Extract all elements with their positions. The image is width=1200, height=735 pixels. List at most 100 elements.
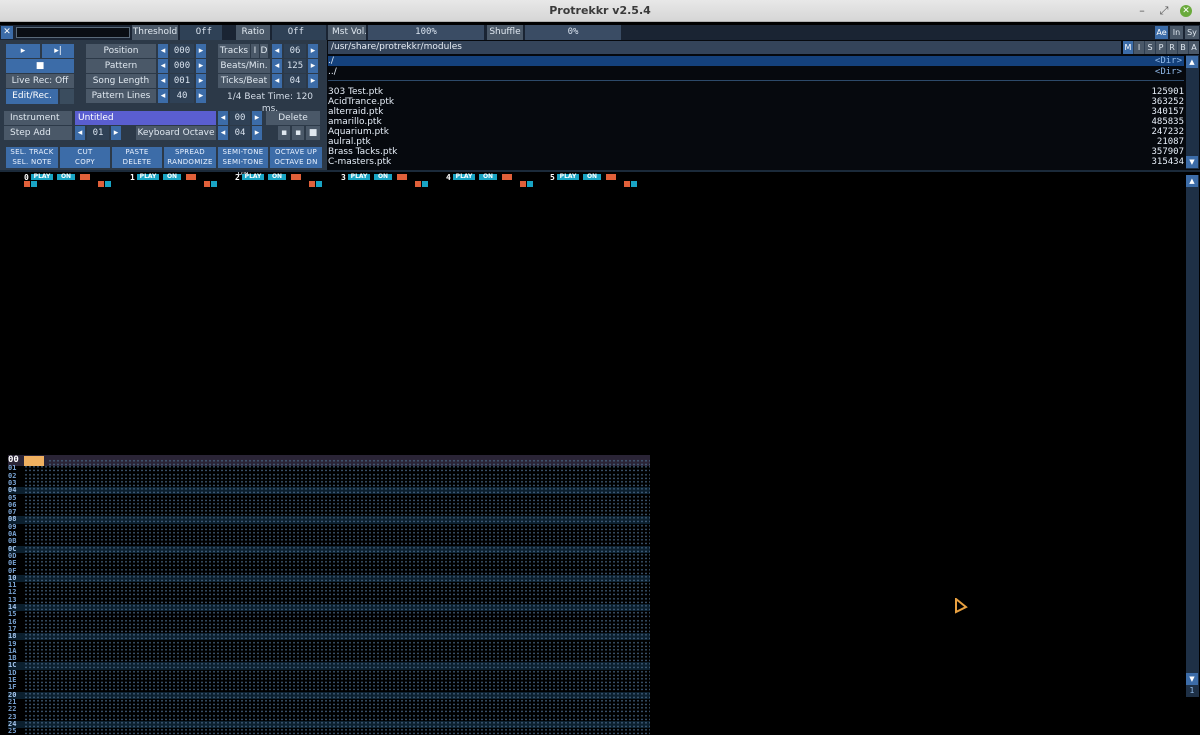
row-cells[interactable] — [24, 611, 650, 619]
bpm-dec[interactable]: ◂ — [272, 59, 282, 73]
pattern-row[interactable]: 01 — [8, 465, 650, 473]
live-rec-toggle[interactable]: Live Rec: Off — [6, 74, 74, 88]
track-arrow-icon[interactable] — [422, 181, 428, 187]
pattern-row[interactable]: 1E — [8, 677, 650, 684]
pattern-row[interactable]: 0A — [8, 531, 650, 538]
row-cells[interactable] — [24, 713, 650, 721]
file-row[interactable]: aulral.ptk 21087 — [328, 137, 1184, 147]
tab-sy[interactable]: Sy — [1185, 26, 1199, 39]
tab-i[interactable]: I — [1134, 41, 1144, 54]
row-cells[interactable] — [24, 655, 650, 663]
row-cells[interactable] — [24, 604, 650, 611]
row-cells[interactable] — [24, 625, 650, 633]
row-cells[interactable] — [24, 618, 650, 626]
copy-button[interactable]: COPY — [60, 157, 110, 168]
track-mute-icon[interactable] — [502, 174, 512, 180]
position-dec[interactable]: ◂ — [158, 44, 168, 58]
row-cells[interactable] — [24, 698, 650, 706]
tab-b[interactable]: B — [1178, 41, 1188, 54]
threshold-value[interactable]: Off — [180, 25, 222, 40]
tracks-i[interactable]: I — [251, 44, 259, 58]
pattern-row[interactable]: 0F — [8, 567, 650, 575]
position-inc[interactable]: ▸ — [196, 44, 206, 58]
track-mute-icon[interactable] — [186, 174, 196, 180]
instrument-dec[interactable]: ◂ — [218, 111, 228, 125]
scroll-up-icon[interactable]: ▲ — [1186, 56, 1198, 68]
tab-p[interactable]: P — [1156, 41, 1166, 54]
track-play-toggle[interactable]: PLAY — [348, 174, 370, 180]
file-row[interactable]: Aquarium.ptk 247232 — [328, 127, 1184, 137]
row-cells[interactable] — [24, 640, 650, 648]
pattern-row[interactable]: 0B — [8, 538, 650, 546]
row-cells[interactable] — [24, 589, 650, 597]
track-arrow-icon[interactable] — [631, 181, 637, 187]
row-cells[interactable] — [24, 691, 650, 699]
row-cells[interactable] — [24, 501, 650, 509]
row-cells[interactable] — [24, 662, 650, 670]
record-mode-3[interactable]: ■ — [306, 126, 320, 140]
pattern-row[interactable]: 06 — [8, 501, 650, 509]
track-mute-icon[interactable] — [291, 174, 301, 180]
track-fx-icon[interactable] — [204, 181, 210, 187]
track-fx-icon[interactable] — [98, 181, 104, 187]
delete-instrument-button[interactable]: Delete — [266, 111, 320, 125]
pattern-row[interactable]: 08 — [8, 516, 650, 524]
row-cells[interactable] — [24, 706, 650, 714]
pattern-editor[interactable]: 00 01 02 03 04 05 06 07 08 09 0A 0B 0C 0D 0E 0F 10 11 12 13… — [8, 455, 650, 735]
track-play-toggle[interactable]: PLAY — [242, 174, 264, 180]
row-cells[interactable] — [24, 479, 650, 487]
pattern-row[interactable]: 24 — [8, 720, 650, 729]
track-fx-icon[interactable] — [520, 181, 526, 187]
row-cells[interactable] — [24, 633, 650, 641]
pattern-row[interactable]: 0E — [8, 560, 650, 568]
tpb-inc[interactable]: ▸ — [308, 74, 318, 88]
pattern-row[interactable]: 1D — [8, 669, 650, 677]
pattern-row[interactable]: 1B — [8, 655, 650, 663]
file-row[interactable]: AcidTrance.ptk 363252 — [328, 97, 1184, 107]
record-mode-1[interactable]: ▪ — [278, 126, 290, 140]
row-cells[interactable] — [24, 523, 650, 531]
track-play-toggle[interactable]: PLAY — [453, 174, 475, 180]
track-on-toggle[interactable]: ON — [374, 174, 392, 180]
pattern-row[interactable]: 18 — [8, 633, 650, 641]
tpb-dec[interactable]: ◂ — [272, 74, 282, 88]
step-add-inc[interactable]: ▸ — [111, 126, 121, 140]
instrument-inc[interactable]: ▸ — [252, 111, 262, 125]
track-fx-icon[interactable] — [624, 181, 630, 187]
delete-button[interactable]: DELETE — [112, 157, 162, 168]
master-volume-slider[interactable]: 100% — [368, 25, 484, 40]
pattern-row[interactable]: 09 — [8, 523, 650, 531]
pattern-lines-dec[interactable]: ◂ — [158, 89, 168, 103]
scroll-up-icon[interactable]: ▲ — [1186, 175, 1198, 187]
row-cells[interactable] — [24, 545, 650, 553]
track-fx-icon[interactable] — [24, 181, 30, 187]
tab-in[interactable]: In — [1170, 26, 1183, 39]
pattern-scrollbar[interactable]: ▲ ▼ 1 — [1186, 175, 1199, 697]
semitone-dn-button[interactable]: SEMI-TONE DN — [218, 157, 268, 177]
pattern-row[interactable]: 03 — [8, 479, 650, 487]
stop-button[interactable]: ■ — [6, 59, 74, 73]
pattern-row[interactable]: 17 — [8, 625, 650, 633]
tracks-inc[interactable]: ▸ — [308, 44, 318, 58]
dir-row[interactable]: ../ <Dir> — [328, 67, 1184, 77]
pattern-row[interactable]: 0D — [8, 552, 650, 560]
pattern-row[interactable]: 25 — [8, 728, 650, 735]
pattern-dec[interactable]: ◂ — [158, 59, 168, 73]
row-cells[interactable] — [24, 516, 650, 524]
row-cells[interactable] — [24, 472, 650, 480]
octave-dn-button[interactable]: OCTAVE DN — [270, 157, 322, 168]
pattern-row[interactable]: 00 — [8, 456, 650, 466]
track-play-toggle[interactable]: PLAY — [137, 174, 159, 180]
row-cells[interactable] — [24, 720, 650, 728]
pattern-row[interactable]: 20 — [8, 691, 650, 699]
file-row[interactable]: alterraid.ptk 340157 — [328, 107, 1184, 117]
pattern-row[interactable]: 13 — [8, 596, 650, 604]
file-row[interactable]: C-masters.ptk 315434 — [328, 157, 1184, 167]
track-arrow-icon[interactable] — [105, 181, 111, 187]
pattern-row[interactable]: 1C — [8, 662, 650, 670]
file-row[interactable]: amarillo.ptk 485835 — [328, 117, 1184, 127]
row-cells[interactable] — [24, 582, 650, 590]
play-song-button[interactable]: ▸ — [6, 44, 40, 58]
track-arrow-icon[interactable] — [211, 181, 217, 187]
scroll-down-icon[interactable]: ▼ — [1186, 156, 1198, 168]
